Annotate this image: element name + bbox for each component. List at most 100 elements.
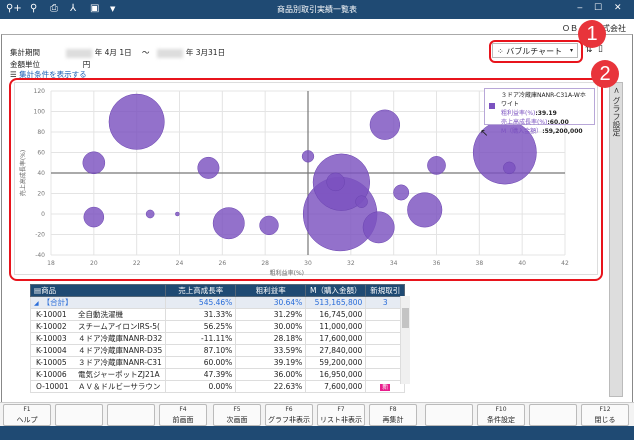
product-name: 電気ジャーポットZJ21A bbox=[78, 370, 160, 379]
table-row[interactable]: K-10001 全自動洗濯機 31.33% 31.29% 16,745,000 bbox=[29, 308, 406, 321]
fkey-number: F7 bbox=[337, 406, 345, 413]
total-amount: 513,165,800 bbox=[305, 296, 367, 309]
fkey-label: ヘルプ bbox=[16, 416, 38, 424]
scroll-thumb[interactable] bbox=[402, 308, 409, 328]
collapse-arrow-icon: < bbox=[612, 87, 621, 94]
period-label: 集計期間 bbox=[10, 48, 40, 57]
amount-cell: 17,600,000 bbox=[305, 332, 367, 345]
margin-cell: 28.18% bbox=[235, 332, 307, 345]
product-name: ４ドア冷蔵庫NANR-D35 bbox=[78, 346, 163, 355]
fkey-empty[interactable] bbox=[55, 404, 103, 426]
total-new: 3 bbox=[365, 296, 406, 309]
product-table: ▤商品 売上高成長率 粗利益率 M（購入金額） 新規取引 ◢ 【合計】 545.4… bbox=[29, 284, 406, 393]
fkey-label: 次画面 bbox=[226, 416, 248, 424]
graph-settings-tab[interactable]: < グラフ設定 bbox=[609, 82, 623, 397]
fkey-number: F4 bbox=[179, 406, 187, 413]
amount-cell: 16,950,000 bbox=[305, 368, 367, 381]
fkey-number: F10 bbox=[495, 406, 507, 413]
product-name: スチームアイロンIRS-5( bbox=[78, 322, 160, 331]
fkey-f10[interactable]: F10 条件設定 bbox=[477, 404, 525, 426]
col-product[interactable]: ▤商品 bbox=[29, 284, 167, 297]
fkey-empty[interactable] bbox=[529, 404, 577, 426]
col-growth[interactable]: 売上高成長率 bbox=[165, 284, 237, 297]
unit-value: 円 bbox=[82, 60, 91, 69]
period-start: 年 4月 1日 bbox=[94, 48, 132, 57]
fkey-number: F12 bbox=[599, 406, 611, 413]
annotation-box-2 bbox=[9, 78, 603, 281]
period-end: 年 3月31日 bbox=[185, 48, 226, 57]
total-label: 【合計】 bbox=[42, 298, 73, 307]
product-code: K-10002 bbox=[36, 322, 67, 331]
fkey-empty[interactable] bbox=[425, 404, 473, 426]
annotation-box-1 bbox=[489, 40, 583, 63]
amount-cell: 59,200,000 bbox=[305, 356, 367, 369]
growth-cell: 0.00% bbox=[165, 380, 237, 393]
annotation-badge-1: 1 bbox=[578, 20, 606, 48]
tilde: ～ bbox=[141, 48, 150, 57]
minimize-button[interactable]: ‒ bbox=[577, 3, 583, 13]
expand-icon[interactable]: ◢ bbox=[34, 300, 39, 307]
margin-cell: 39.19% bbox=[235, 356, 307, 369]
amount-cell: 16,745,000 bbox=[305, 308, 367, 321]
table-row[interactable]: K-10004 ４ドア冷蔵庫NANR-D35 87.10% 33.59% 27,8… bbox=[29, 344, 406, 357]
product-code: K-10006 bbox=[36, 370, 67, 379]
unit-label: 金額単位 bbox=[10, 60, 40, 69]
fkey-f8[interactable]: F8 再集計 bbox=[369, 404, 417, 426]
col-margin[interactable]: 粗利益率 bbox=[235, 284, 307, 297]
status-bar bbox=[0, 426, 634, 440]
table-row[interactable]: K-10002 スチームアイロンIRS-5( 56.25% 30.00% 11,0… bbox=[29, 320, 406, 333]
product-code: K-10001 bbox=[36, 310, 67, 319]
fkey-number bbox=[56, 405, 102, 415]
function-key-bar: F1 ヘルプ F4 前画面 F5 次画面 F6 グラフ非表示 F7 リスト非表示 F8 再集計 F1… bbox=[0, 402, 634, 426]
fkey-f5[interactable]: F5 次画面 bbox=[213, 404, 261, 426]
fkey-label: 条件設定 bbox=[487, 416, 515, 424]
fkey-f4[interactable]: F4 前画面 bbox=[159, 404, 207, 426]
product-code: O-10001 bbox=[36, 382, 69, 391]
growth-cell: 56.25% bbox=[165, 320, 237, 333]
fkey-f1[interactable]: F1 ヘルプ bbox=[3, 404, 51, 426]
fkey-label: 閉じる bbox=[594, 416, 616, 424]
growth-cell: 60.00% bbox=[165, 356, 237, 369]
new-badge: 新 bbox=[380, 384, 391, 391]
maximize-button[interactable]: ☐ bbox=[594, 3, 602, 13]
growth-cell: 47.39% bbox=[165, 368, 237, 381]
fkey-number bbox=[530, 405, 576, 415]
annotation-badge-2: 2 bbox=[591, 60, 619, 88]
fkey-f7[interactable]: F7 リスト非表示 bbox=[317, 404, 365, 426]
title-bar: ⚲+ ⚲ ⎙ ⅄ ▣ ▼ 商品別取引実績一覧表 ‒ ☐ ✕ bbox=[0, 0, 634, 19]
table-scrollbar[interactable] bbox=[400, 296, 410, 384]
total-row[interactable]: ◢ 【合計】 545.46% 30.64% 513,165,800 3 bbox=[29, 296, 406, 309]
fkey-number: F5 bbox=[233, 406, 241, 413]
graph-settings-label: グラフ設定 bbox=[612, 96, 621, 137]
col-new[interactable]: 新規取引 bbox=[365, 284, 406, 297]
window-title: 商品別取引実績一覧表 bbox=[277, 5, 357, 14]
product-code: K-10003 bbox=[36, 334, 67, 343]
margin-cell: 33.59% bbox=[235, 344, 307, 357]
growth-cell: -11.11% bbox=[165, 332, 237, 345]
fkey-label: 再集計 bbox=[382, 416, 404, 424]
table-row[interactable]: O-10001 ＡＶ＆ドルビーサラウン 0.00% 22.63% 7,600,00… bbox=[29, 380, 406, 393]
table-row[interactable]: K-10005 ３ドア冷蔵庫NANR-C31 60.00% 39.19% 59,2… bbox=[29, 356, 406, 369]
product-name: ４ドア冷蔵庫NANR-D32 bbox=[78, 334, 163, 343]
margin-cell: 36.00% bbox=[235, 368, 307, 381]
fkey-number bbox=[108, 405, 154, 415]
margin-cell: 31.29% bbox=[235, 308, 307, 321]
close-button[interactable]: ✕ bbox=[614, 3, 622, 13]
period-row: 集計期間 年 4月 1日 ～ 年 3月31日 bbox=[10, 47, 225, 58]
fkey-label: 前画面 bbox=[172, 416, 194, 424]
fkey-f12[interactable]: F12 閉じる bbox=[581, 404, 629, 426]
table-row[interactable]: K-10006 電気ジャーポットZJ21A 47.39% 36.00% 16,95… bbox=[29, 368, 406, 381]
table-row[interactable]: K-10003 ４ドア冷蔵庫NANR-D32 -11.11% 28.18% 17,… bbox=[29, 332, 406, 345]
amount-cell: 7,600,000 bbox=[305, 380, 367, 393]
product-code: K-10005 bbox=[36, 358, 67, 367]
fkey-empty[interactable] bbox=[107, 404, 155, 426]
fkey-f6[interactable]: F6 グラフ非表示 bbox=[265, 404, 313, 426]
product-code: K-10004 bbox=[36, 346, 67, 355]
col-amount[interactable]: M（購入金額） bbox=[305, 284, 367, 297]
fkey-label: リスト非表示 bbox=[320, 416, 362, 424]
total-margin: 30.64% bbox=[235, 296, 307, 309]
fkey-number bbox=[426, 405, 472, 415]
fkey-number: F8 bbox=[389, 406, 397, 413]
product-name: 全自動洗濯機 bbox=[78, 310, 123, 319]
total-growth: 545.46% bbox=[165, 296, 237, 309]
